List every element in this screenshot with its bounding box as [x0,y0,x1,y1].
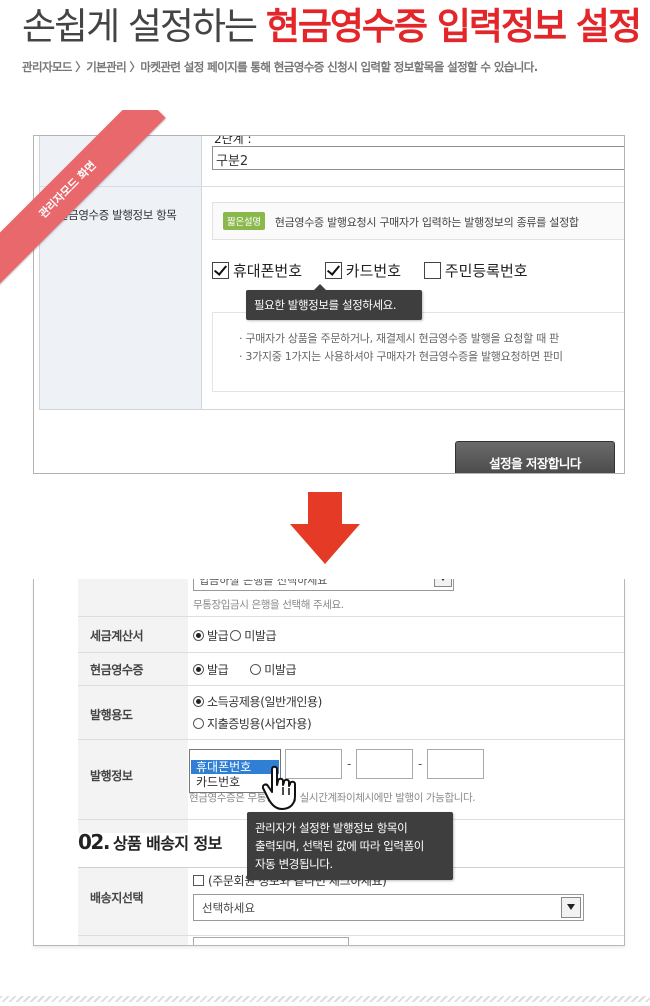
dash: - [347,757,352,771]
admin-label-column [40,136,202,409]
info-line: · 3가지중 1가지는 사용하셔야 구매자가 현금영수증을 발행요청하면 판미 [239,350,563,363]
section-2-title: 02. 상품 배송지 정보 [78,830,222,854]
dash: - [418,757,423,771]
phone-part-2-input[interactable] [356,749,413,779]
bank-hint: 무통장입금시 은행을 선택해 주세요. [193,599,344,611]
radio-checked-icon[interactable] [193,630,204,641]
title-light: 손쉽게 설정하는 [22,5,258,48]
short-description: 짧은설명 현금영수증 발행요청시 구매자가 입력하는 발행정보의 종류를 설정합 [212,202,624,240]
checkbox-checked-icon[interactable] [324,262,342,279]
tooltip-line: 관리자가 설정한 발행정보 항목이 [255,821,408,835]
option-resident-number[interactable]: 주민등록번호 [423,260,528,281]
save-settings-button[interactable]: 설정을 저장합니다 [455,441,615,473]
option-resident-number-label: 주민등록번호 [444,262,528,280]
breadcrumb: 관리자모드 〉기본관리 〉마켓관련 설정 페이지를 통해 현금영수증 신청시 입… [22,60,538,74]
tax-invoice-no-issue[interactable]: 미발급 [244,629,276,643]
pointer-hand-icon [262,765,296,810]
radio-unchecked-icon[interactable] [250,664,262,675]
radio-checked-icon[interactable] [193,696,204,707]
admin-form: 2단계 : 구분2 현금영수증 발행정보 항목 짧은설명 현금영수증 발행요청시 … [39,136,624,410]
short-description-text: 현금영수증 발행요청시 구매자가 입력하는 발행정보의 종류를 설정합 [274,216,579,229]
shipping-select-text: 선택하세요 [202,901,255,915]
cash-receipt-issue[interactable]: 발급 [207,663,229,677]
cash-receipt-options: 발급 미발급 [193,661,297,678]
title-accent: 현금영수증 입력정보 설정 [265,5,642,48]
purpose-option-expense[interactable]: 지출증빙용(사업자용) [193,715,312,732]
address-input[interactable] [193,937,349,945]
tax-invoice-options: 발급 미발급 [193,627,277,644]
footer-divider [0,996,650,1002]
dropdown-option-card[interactable]: 카드번호 [196,775,240,789]
purpose-deduction-label: 소득공제용(일반개인용) [207,695,322,709]
row-divider [78,739,624,740]
gubun-input[interactable]: 구분2 [212,146,624,170]
chevron-down-icon[interactable] [434,579,452,587]
order-form-panel: 입금하실 은행을 선택하세요 무통장입금시 은행을 선택해 주세요. 세금계산서… [33,579,625,946]
purpose-label: 발행용도 [90,708,133,722]
checkbox-unchecked-icon[interactable] [423,262,441,279]
issue-info-field-label: 현금영수증 발행정보 항목 [58,208,177,222]
row-divider [78,616,624,617]
row-divider [78,685,624,686]
option-card[interactable]: 카드번호 [324,260,401,281]
cash-receipt-no-issue[interactable]: 미발급 [264,663,296,677]
admin-tooltip: 필요한 발행정보를 설정하세요. [246,284,422,320]
order-tooltip: 관리자가 설정한 발행정보 항목이 출력되며, 선택된 값에 따라 입력폼이 자… [247,812,453,880]
shipping-select-label: 배송지선택 [90,891,144,905]
page-title: 손쉽게 설정하는 현금영수증 입력정보 설정 [22,2,642,52]
shipping-select[interactable]: 선택하세요 [193,894,584,921]
cash-receipt-label: 현금영수증 [90,663,144,677]
row-divider [78,935,624,936]
radio-checked-icon[interactable] [193,664,204,675]
phone-part-3-input[interactable] [427,749,484,779]
purpose-option-deduction[interactable]: 소득공제용(일반개인용) [193,693,322,710]
bank-select-text: 입금하실 은행을 선택하세요 [199,579,328,587]
short-description-badge: 짧은설명 [223,212,265,230]
issue-info-options: 휴대폰번호 카드번호 주민등록번호 [212,260,546,281]
row-divider [78,652,624,653]
radio-unchecked-icon[interactable] [193,718,204,729]
purpose-expense-label: 지출증빙용(사업자용) [207,717,312,731]
issue-info-label: 발행정보 [90,769,133,783]
info-line: · 구매자가 상품을 주문하거나, 재결제시 현금영수증 발행을 요청할 때 판 [239,332,559,345]
chevron-down-icon[interactable] [561,897,581,918]
row-divider [40,186,624,187]
section-number: 02. [78,830,110,854]
option-phone[interactable]: 휴대폰번호 [212,260,302,281]
option-phone-label: 휴대폰번호 [233,262,303,280]
bank-select[interactable]: 입금하실 은행을 선택하세요 [193,579,454,591]
tax-invoice-label: 세금계산서 [90,629,144,643]
down-arrow-icon [290,492,360,564]
tooltip-line: 출력되며, 선택된 값에 따라 입력폼이 [255,839,424,853]
info-box: · 구매자가 상품을 주문하거나, 재결제시 현금영수증 발행을 요청할 때 판… [212,312,624,392]
radio-unchecked-icon[interactable] [230,630,242,641]
checkbox-checked-icon[interactable] [212,262,229,279]
section-title-text: 상품 배송지 정보 [112,834,222,853]
option-card-label: 카드번호 [345,262,401,280]
admin-screen-panel: 2단계 : 구분2 현금영수증 발행정보 항목 짧은설명 현금영수증 발행요청시 … [33,135,625,474]
tax-invoice-issue[interactable]: 발급 [207,629,229,643]
checkbox-unchecked-icon[interactable] [193,875,204,886]
tooltip-line: 자동 변경됩니다. [255,857,333,871]
